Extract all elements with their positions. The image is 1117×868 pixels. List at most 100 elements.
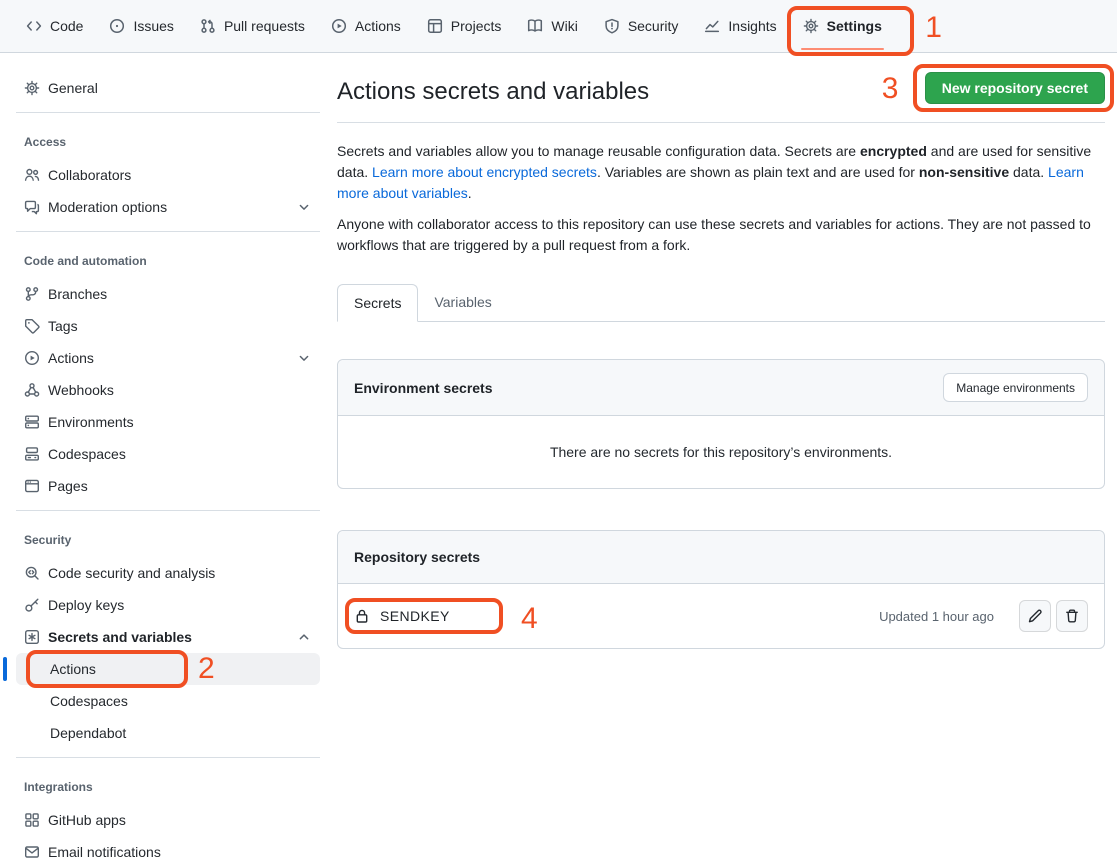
tab-label: Security xyxy=(628,18,679,34)
sidebar-subitem-codespaces[interactable]: Codespaces xyxy=(16,685,320,717)
tab-secrets[interactable]: Secrets xyxy=(337,284,418,322)
git-branch-icon xyxy=(24,286,40,302)
tab-insights[interactable]: Insights xyxy=(696,10,784,42)
sidebar-item-label: Environments xyxy=(48,414,134,430)
tab-label: Pull requests xyxy=(224,18,305,34)
codescan-icon xyxy=(24,565,40,581)
lock-icon xyxy=(354,608,370,624)
key-asterisk-icon xyxy=(24,629,40,645)
secret-row: SENDKEY 4 Updated 1 hour ago xyxy=(338,584,1104,648)
trash-icon xyxy=(1064,608,1080,624)
annotation-number-3: 3 xyxy=(882,74,899,104)
page-title: Actions secrets and variables xyxy=(337,78,649,106)
sidebar-item-label: Actions xyxy=(50,661,96,677)
repo-tab-nav: Code Issues Pull requests Actions Projec… xyxy=(0,0,1117,53)
sidebar-item-label: Codespaces xyxy=(48,446,126,462)
tab-projects[interactable]: Projects xyxy=(419,10,510,42)
git-pull-request-icon xyxy=(200,18,216,34)
sidebar-item-deploy-keys[interactable]: Deploy keys xyxy=(16,589,320,621)
new-repository-secret-button[interactable]: New repository secret 3 xyxy=(925,72,1105,104)
sidebar-item-label: GitHub apps xyxy=(48,812,126,828)
tab-label: Actions xyxy=(355,18,401,34)
tab-actions[interactable]: Actions xyxy=(323,10,409,42)
browser-icon xyxy=(24,478,40,494)
sidebar-item-general[interactable]: General xyxy=(16,72,320,104)
sidebar-item-label: Deploy keys xyxy=(48,597,124,613)
chevron-up-icon xyxy=(296,629,312,645)
card-title: Environment secrets xyxy=(354,380,493,396)
code-icon xyxy=(26,18,42,34)
sidebar-item-tags[interactable]: Tags xyxy=(16,310,320,342)
sidebar-item-github-apps[interactable]: GitHub apps xyxy=(16,804,320,836)
link-encrypted-secrets[interactable]: Learn more about encrypted secrets xyxy=(372,164,597,180)
sidebar-item-collaborators[interactable]: Collaborators xyxy=(16,159,320,191)
sidebar-subitem-dependabot[interactable]: Dependabot xyxy=(16,717,320,749)
sidebar-section-integrations: Integrations xyxy=(16,766,320,804)
sidebar-item-moderation-options[interactable]: Moderation options xyxy=(16,191,320,223)
sidebar-item-label: General xyxy=(48,80,98,96)
chevron-down-icon xyxy=(296,199,312,215)
tab-wiki[interactable]: Wiki xyxy=(519,10,585,42)
tab-pull-requests[interactable]: Pull requests xyxy=(192,10,313,42)
updated-timestamp: Updated 1 hour ago xyxy=(879,609,994,624)
sidebar-item-branches[interactable]: Branches xyxy=(16,278,320,310)
tag-icon xyxy=(24,318,40,334)
play-icon xyxy=(24,350,40,366)
chevron-down-icon xyxy=(296,350,312,366)
gear-icon xyxy=(803,18,819,34)
tab-settings[interactable]: Settings 1 xyxy=(795,10,890,42)
table-icon xyxy=(427,18,443,34)
sidebar-divider xyxy=(16,510,320,511)
text-segment: . xyxy=(468,185,472,201)
empty-state-text: There are no secrets for this repository… xyxy=(338,416,1104,488)
sidebar-item-pages[interactable]: Pages xyxy=(16,470,320,502)
sidebar-divider xyxy=(16,757,320,758)
sidebar-item-email-notifications[interactable]: Email notifications xyxy=(16,836,320,868)
issue-opened-icon xyxy=(109,18,125,34)
gear-icon xyxy=(24,80,40,96)
sidebar-section-access: Access xyxy=(16,121,320,159)
sidebar-item-actions[interactable]: Actions xyxy=(16,342,320,374)
sidebar-item-environments[interactable]: Environments xyxy=(16,406,320,438)
sidebar-item-label: Pages xyxy=(48,478,88,494)
environment-secrets-card: Environment secrets Manage environments … xyxy=(337,359,1105,489)
sidebar-item-label: Branches xyxy=(48,286,107,302)
manage-environments-button[interactable]: Manage environments xyxy=(943,373,1088,402)
sidebar-item-codespaces[interactable]: Codespaces xyxy=(16,438,320,470)
repository-secrets-card: Repository secrets SENDKEY 4 Updated 1 h… xyxy=(337,530,1105,649)
button-label: New repository secret xyxy=(942,80,1088,96)
sidebar-item-label: Collaborators xyxy=(48,167,131,183)
description-paragraph: Secrets and variables allow you to manag… xyxy=(337,141,1105,204)
sidebar-divider xyxy=(16,231,320,232)
sidebar-subitem-actions[interactable]: Actions 2 xyxy=(16,653,320,685)
people-icon xyxy=(24,167,40,183)
tab-issues[interactable]: Issues xyxy=(101,10,181,42)
secrets-variables-tabs: Secrets Variables xyxy=(337,284,1105,322)
comment-discussion-icon xyxy=(24,199,40,215)
secret-meta: Updated 1 hour ago xyxy=(879,600,1088,632)
tab-variables[interactable]: Variables xyxy=(418,284,507,321)
tab-code[interactable]: Code xyxy=(18,10,91,42)
shield-icon xyxy=(604,18,620,34)
sidebar-item-code-security[interactable]: Code security and analysis xyxy=(16,557,320,589)
text-bold: encrypted xyxy=(860,143,927,159)
settings-sidebar: General Access Collaborators Moderation … xyxy=(16,72,320,868)
edit-secret-button[interactable] xyxy=(1019,600,1051,632)
sidebar-item-label: Codespaces xyxy=(50,693,128,709)
delete-secret-button[interactable] xyxy=(1056,600,1088,632)
sidebar-item-label: Secrets and variables xyxy=(48,629,192,645)
sidebar-item-label: Actions xyxy=(48,350,94,366)
sidebar-item-secrets-variables[interactable]: Secrets and variables xyxy=(16,621,320,653)
tab-label: Wiki xyxy=(551,18,577,34)
tab-label: Insights xyxy=(728,18,776,34)
webhook-icon xyxy=(24,382,40,398)
sidebar-item-webhooks[interactable]: Webhooks xyxy=(16,374,320,406)
tab-security[interactable]: Security xyxy=(596,10,687,42)
text-segment: Secrets and variables allow you to manag… xyxy=(337,143,860,159)
sidebar-item-label: Dependabot xyxy=(50,725,126,741)
pencil-icon xyxy=(1027,608,1043,624)
book-icon xyxy=(527,18,543,34)
graph-icon xyxy=(704,18,720,34)
sidebar-divider xyxy=(16,112,320,113)
codespaces-icon xyxy=(24,446,40,462)
